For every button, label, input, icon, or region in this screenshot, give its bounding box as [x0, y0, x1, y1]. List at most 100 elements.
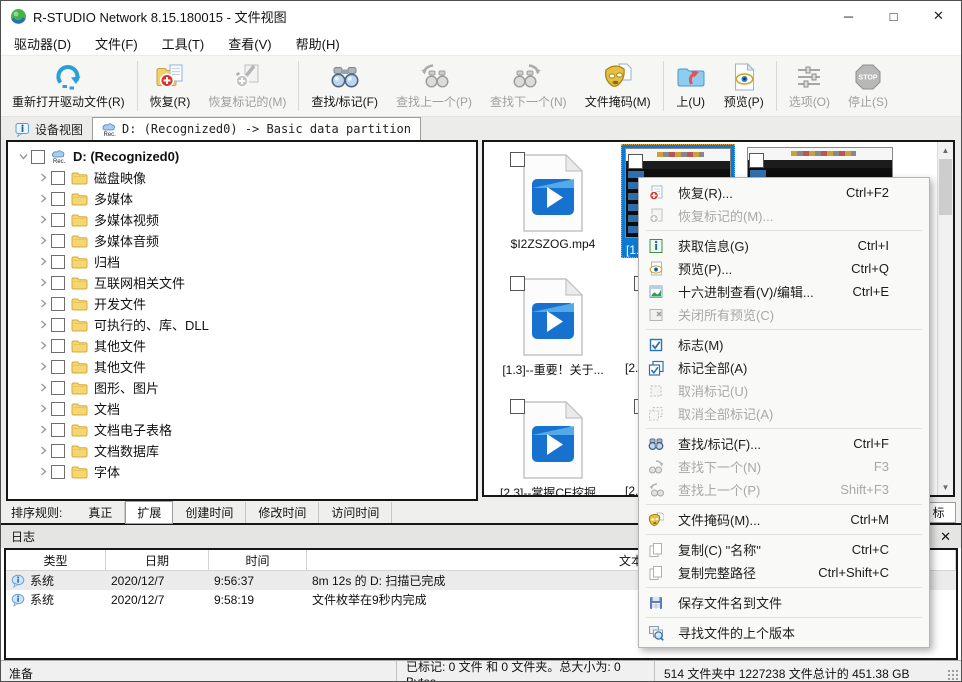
menu-item-save-filenames[interactable]: 保存文件名到文件	[639, 591, 929, 614]
file-item[interactable]: [1.3]--重要！关于...	[492, 270, 614, 378]
menu-item-hex-view[interactable]: 十六进制查看(V)/编辑...Ctrl+E	[639, 280, 929, 303]
checkbox[interactable]	[510, 276, 525, 291]
chevron-right-icon[interactable]	[39, 173, 48, 182]
chevron-right-icon[interactable]	[39, 362, 48, 371]
chevron-right-icon[interactable]	[39, 467, 48, 476]
scroll-up-icon[interactable]: ▲	[938, 142, 953, 158]
sort-tab-extensions[interactable]: 扩展	[125, 501, 173, 524]
reopen-drive-button[interactable]: 重新打开驱动文件(R)	[3, 57, 134, 115]
chevron-right-icon[interactable]	[39, 236, 48, 245]
menu-item-preview[interactable]: 预览(P)...Ctrl+Q	[639, 257, 929, 280]
find-mark-button[interactable]: 查找/标记(F)	[302, 57, 387, 115]
scroll-down-icon[interactable]: ▼	[938, 479, 953, 495]
chevron-right-icon[interactable]	[39, 215, 48, 224]
log-col-time[interactable]: 时间	[209, 550, 307, 570]
checkbox[interactable]	[51, 213, 65, 227]
menubar-item-view[interactable]: 查看(V)	[216, 34, 283, 53]
sort-tab-creation-time[interactable]: 创建时间	[173, 502, 246, 523]
scrollbar-thumb[interactable]	[939, 159, 952, 215]
checkbox[interactable]	[51, 465, 65, 479]
menubar-item-help[interactable]: 帮助(H)	[284, 34, 352, 53]
tree-item-databases[interactable]: 文档数据库	[8, 440, 476, 461]
tree-root[interactable]: Rec. D: (Recognized0)	[8, 146, 476, 167]
chevron-right-icon[interactable]	[39, 299, 48, 308]
checkbox[interactable]	[51, 402, 65, 416]
chevron-right-icon[interactable]	[39, 278, 48, 287]
chevron-right-icon[interactable]	[39, 341, 48, 350]
chevron-right-icon[interactable]	[39, 257, 48, 266]
vertical-scrollbar[interactable]: ▲ ▼	[937, 142, 953, 495]
checkbox[interactable]	[51, 276, 65, 290]
checkbox[interactable]	[51, 381, 65, 395]
tree-item-documents[interactable]: 文档	[8, 398, 476, 419]
chevron-right-icon[interactable]	[39, 383, 48, 392]
chevron-right-icon[interactable]	[39, 425, 48, 434]
checkbox[interactable]	[510, 399, 525, 414]
file-mask-button[interactable]: 文件掩码(M)	[576, 57, 660, 115]
menubar-item-drives[interactable]: 驱动器(D)	[2, 34, 83, 53]
tree-item-multimedia-video[interactable]: 多媒体视频	[8, 209, 476, 230]
chevron-right-icon[interactable]	[39, 404, 48, 413]
menu-item-find-mark[interactable]: 查找/标记(F)...Ctrl+F	[639, 432, 929, 455]
menu-item-file-mask[interactable]: 文件掩码(M)...Ctrl+M	[639, 508, 929, 531]
sort-tab-real[interactable]: 真正	[76, 502, 125, 523]
checkbox[interactable]	[51, 171, 65, 185]
tree-item-other-files-2[interactable]: 其他文件	[8, 356, 476, 377]
tree-item-executables[interactable]: 可执行的、库、DLL	[8, 314, 476, 335]
chevron-right-icon[interactable]	[39, 446, 48, 455]
sort-tab-access-time[interactable]: 访问时间	[319, 502, 392, 523]
file-item[interactable]: $I2ZSZOG.mp4	[492, 146, 614, 251]
menu-item-mark[interactable]: 标志(M)	[639, 333, 929, 356]
tree-item-archives[interactable]: 归档	[8, 251, 476, 272]
sort-tab-modified-time[interactable]: 修改时间	[246, 502, 319, 523]
tree-item-disk-images[interactable]: 磁盘映像	[8, 167, 476, 188]
checkbox[interactable]	[51, 360, 65, 374]
chevron-down-icon[interactable]	[19, 152, 28, 161]
log-col-type[interactable]: 类型	[6, 550, 106, 570]
checkbox[interactable]	[51, 339, 65, 353]
menubar-item-tools[interactable]: 工具(T)	[150, 34, 217, 53]
chevron-right-icon[interactable]	[39, 320, 48, 329]
menu-item-copy-name[interactable]: 复制(C) "名称"Ctrl+C	[639, 538, 929, 561]
tree-item-multimedia[interactable]: 多媒体	[8, 188, 476, 209]
tab-recognized-partition[interactable]: Rec. D: (Recognized0) -> Basic data part…	[92, 117, 421, 140]
checkbox[interactable]	[749, 153, 764, 168]
up-folder-button[interactable]: 上(U)	[667, 57, 715, 115]
checkbox[interactable]	[628, 154, 643, 169]
menu-item-previous-versions[interactable]: 寻找文件的上个版本	[639, 621, 929, 644]
tree-item-development[interactable]: 开发文件	[8, 293, 476, 314]
checkbox[interactable]	[51, 297, 65, 311]
chevron-right-icon[interactable]	[39, 194, 48, 203]
checkbox[interactable]	[51, 234, 65, 248]
maximize-button[interactable]: □	[871, 1, 916, 31]
menubar-item-file[interactable]: 文件(F)	[83, 34, 150, 53]
sort-caption: 排序规则:	[11, 504, 62, 521]
file-item[interactable]: [2.3]--掌握CE挖掘...	[492, 393, 614, 495]
tree-item-fonts[interactable]: 字体	[8, 461, 476, 482]
minimize-button[interactable]: ─	[826, 1, 871, 31]
menu-item-recover[interactable]: 恢复(R)...Ctrl+F2	[639, 181, 929, 204]
resize-grip[interactable]	[947, 669, 959, 681]
tab-device-view[interactable]: 设备视图	[6, 119, 92, 140]
tree-item-multimedia-audio[interactable]: 多媒体音频	[8, 230, 476, 251]
menu-item-mark-all[interactable]: 标记全部(A)	[639, 356, 929, 379]
close-button[interactable]: ✕	[916, 1, 961, 31]
close-icon[interactable]: ✕	[940, 529, 951, 545]
checkbox[interactable]	[51, 192, 65, 206]
checkbox[interactable]	[31, 150, 45, 164]
tree-item-graphics-pictures[interactable]: 图形、图片	[8, 377, 476, 398]
checkbox[interactable]	[51, 255, 65, 269]
checkbox[interactable]	[510, 152, 525, 167]
rec-icon: Rec.	[102, 122, 117, 137]
menu-item-get-info[interactable]: 获取信息(G)Ctrl+I	[639, 234, 929, 257]
checkbox[interactable]	[51, 423, 65, 437]
checkbox[interactable]	[51, 318, 65, 332]
preview-button[interactable]: 预览(P)	[715, 57, 773, 115]
tree-item-spreadsheets[interactable]: 文档电子表格	[8, 419, 476, 440]
recover-button[interactable]: 恢复(R)	[141, 57, 200, 115]
log-col-date[interactable]: 日期	[106, 550, 209, 570]
checkbox[interactable]	[51, 444, 65, 458]
tree-item-other-files-1[interactable]: 其他文件	[8, 335, 476, 356]
menu-item-copy-full-path[interactable]: 复制完整路径Ctrl+Shift+C	[639, 561, 929, 584]
tree-item-internet-files[interactable]: 互联网相关文件	[8, 272, 476, 293]
